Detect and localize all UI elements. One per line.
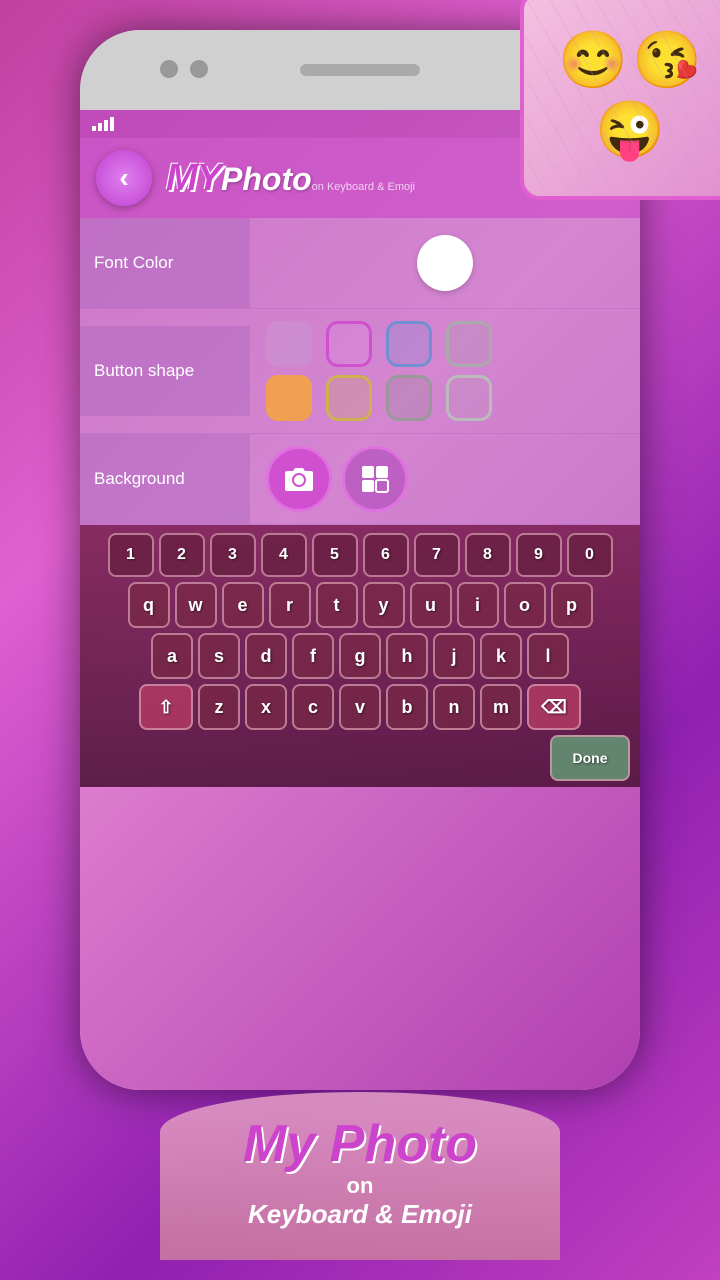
font-color-controls	[250, 223, 640, 303]
shape-option-8[interactable]	[446, 375, 492, 421]
key-y[interactable]: y	[363, 582, 405, 628]
key-3[interactable]: 3	[210, 533, 256, 577]
shape-option-4[interactable]	[446, 321, 492, 367]
phone-camera	[160, 60, 178, 78]
key-g[interactable]: g	[339, 633, 381, 679]
key-m[interactable]: m	[480, 684, 522, 730]
key-d[interactable]: d	[245, 633, 287, 679]
key-q[interactable]: q	[128, 582, 170, 628]
keyboard-area: 1 2 3 4 5 6 7 8 9 0 q w e r t y u i	[80, 525, 640, 787]
bottom-brand: My Photo on Keyboard & Emoji	[0, 1092, 720, 1280]
title-sub: on Keyboard & Emoji	[312, 181, 415, 194]
key-8[interactable]: 8	[465, 533, 511, 577]
shape-option-1[interactable]	[266, 321, 312, 367]
background-row: Background	[80, 434, 640, 525]
key-j[interactable]: j	[433, 633, 475, 679]
key-1[interactable]: 1	[108, 533, 154, 577]
brand-blob: My Photo on Keyboard & Emoji	[160, 1092, 560, 1260]
key-f[interactable]: f	[292, 633, 334, 679]
key-s[interactable]: s	[198, 633, 240, 679]
key-6[interactable]: 6	[363, 533, 409, 577]
key-t[interactable]: t	[316, 582, 358, 628]
font-color-label: Font Color	[80, 218, 250, 308]
key-a[interactable]: a	[151, 633, 193, 679]
font-color-picker[interactable]	[417, 235, 473, 291]
key-v[interactable]: v	[339, 684, 381, 730]
button-shape-row: Button shape	[80, 309, 640, 434]
key-l[interactable]: l	[527, 633, 569, 679]
shape-option-3[interactable]	[386, 321, 432, 367]
key-row-z: ⇧ z x c v b n m ⌫	[86, 684, 634, 730]
phone-camera2	[190, 60, 208, 78]
grid-icon	[360, 464, 390, 494]
key-p[interactable]: p	[551, 582, 593, 628]
title-sub-on: on	[312, 181, 324, 193]
background-grid-button[interactable]	[342, 446, 408, 512]
settings-section: Font Color Button shape	[80, 218, 640, 525]
key-7[interactable]: 7	[414, 533, 460, 577]
key-x[interactable]: x	[245, 684, 287, 730]
key-9[interactable]: 9	[516, 533, 562, 577]
shape-option-2[interactable]	[326, 321, 372, 367]
title-my: MY	[166, 157, 221, 200]
signal-icon	[92, 117, 114, 131]
key-k[interactable]: k	[480, 633, 522, 679]
title-sub-keyboard: Keyboard & Emoji	[327, 181, 415, 193]
key-backspace[interactable]: ⌫	[527, 684, 581, 730]
shape-option-7[interactable]	[386, 375, 432, 421]
key-r[interactable]: r	[269, 582, 311, 628]
background-camera-button[interactable]	[266, 446, 332, 512]
brand-on-text: on	[220, 1173, 500, 1199]
key-w[interactable]: w	[175, 582, 217, 628]
key-n[interactable]: n	[433, 684, 475, 730]
key-row-numbers: 1 2 3 4 5 6 7 8 9 0	[86, 533, 634, 577]
key-b[interactable]: b	[386, 684, 428, 730]
emoji-thumbnail: 😊 😘 😜	[520, 0, 720, 200]
key-o[interactable]: o	[504, 582, 546, 628]
background-controls	[250, 434, 640, 524]
key-u[interactable]: u	[410, 582, 452, 628]
key-e[interactable]: e	[222, 582, 264, 628]
camera-icon	[284, 465, 314, 493]
background-label: Background	[80, 434, 250, 524]
button-shape-controls	[250, 309, 640, 433]
font-color-row: Font Color	[80, 218, 640, 309]
key-z[interactable]: z	[198, 684, 240, 730]
key-h[interactable]: h	[386, 633, 428, 679]
key-0[interactable]: 0	[567, 533, 613, 577]
key-row-q: q w e r t y u i o p	[86, 582, 634, 628]
button-shape-label: Button shape	[80, 326, 250, 416]
phone-screen: ‹ MY Photo on Keyboard & Emoji Font Colo…	[80, 110, 640, 1090]
shape-option-6[interactable]	[326, 375, 372, 421]
key-2[interactable]: 2	[159, 533, 205, 577]
button-shapes-grid	[266, 321, 498, 421]
brand-keyboard-text: Keyboard & Emoji	[220, 1199, 500, 1230]
key-i[interactable]: i	[457, 582, 499, 628]
key-c[interactable]: c	[292, 684, 334, 730]
app-title: MY Photo on Keyboard & Emoji	[166, 157, 415, 200]
back-icon: ‹	[119, 162, 128, 194]
key-row-a: a s d f g h j k l	[86, 633, 634, 679]
shape-option-5[interactable]	[266, 375, 312, 421]
key-shift[interactable]: ⇧	[139, 684, 193, 730]
key-5[interactable]: 5	[312, 533, 358, 577]
brand-myphoto-text: My Photo	[220, 1116, 500, 1173]
key-4[interactable]: 4	[261, 533, 307, 577]
back-button[interactable]: ‹	[96, 150, 152, 206]
title-photo: Photo	[221, 161, 312, 198]
key-done[interactable]: Done	[550, 735, 630, 781]
phone-speaker	[300, 64, 420, 76]
